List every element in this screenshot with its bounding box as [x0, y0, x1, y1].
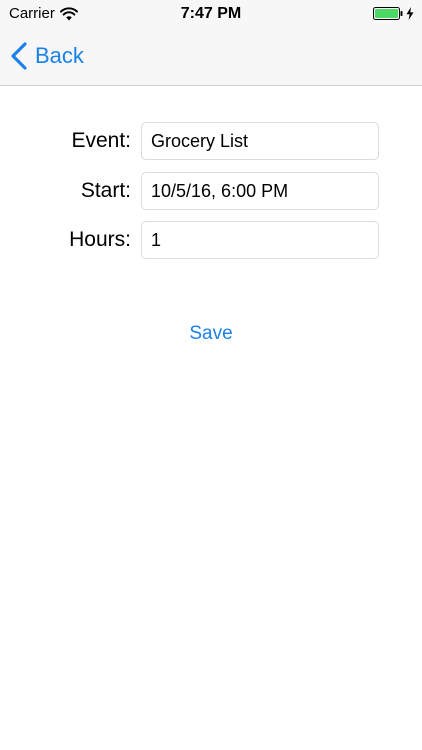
event-row: Event:	[0, 122, 422, 160]
status-time: 7:47 PM	[180, 5, 242, 22]
hours-row: Hours:	[0, 221, 422, 259]
save-button[interactable]: Save	[0, 323, 422, 345]
status-bar: Carrier 7:47 PM	[0, 0, 422, 30]
start-label: Start:	[80, 179, 131, 202]
start-input[interactable]	[141, 172, 379, 210]
start-row: Start:	[0, 172, 422, 210]
chevron-left-icon	[11, 42, 27, 70]
back-button[interactable]: Back	[10, 40, 84, 72]
hours-label: Hours:	[69, 228, 131, 251]
battery-indicator	[373, 7, 414, 20]
event-input[interactable]	[141, 122, 379, 160]
battery-icon	[373, 7, 403, 20]
charging-bolt-icon	[406, 7, 414, 20]
navigation-bar: Carrier 7:47 PM Back	[0, 0, 422, 86]
event-label: Event:	[71, 129, 131, 152]
back-button-label: Back	[35, 43, 84, 68]
hours-input[interactable]	[141, 221, 379, 259]
